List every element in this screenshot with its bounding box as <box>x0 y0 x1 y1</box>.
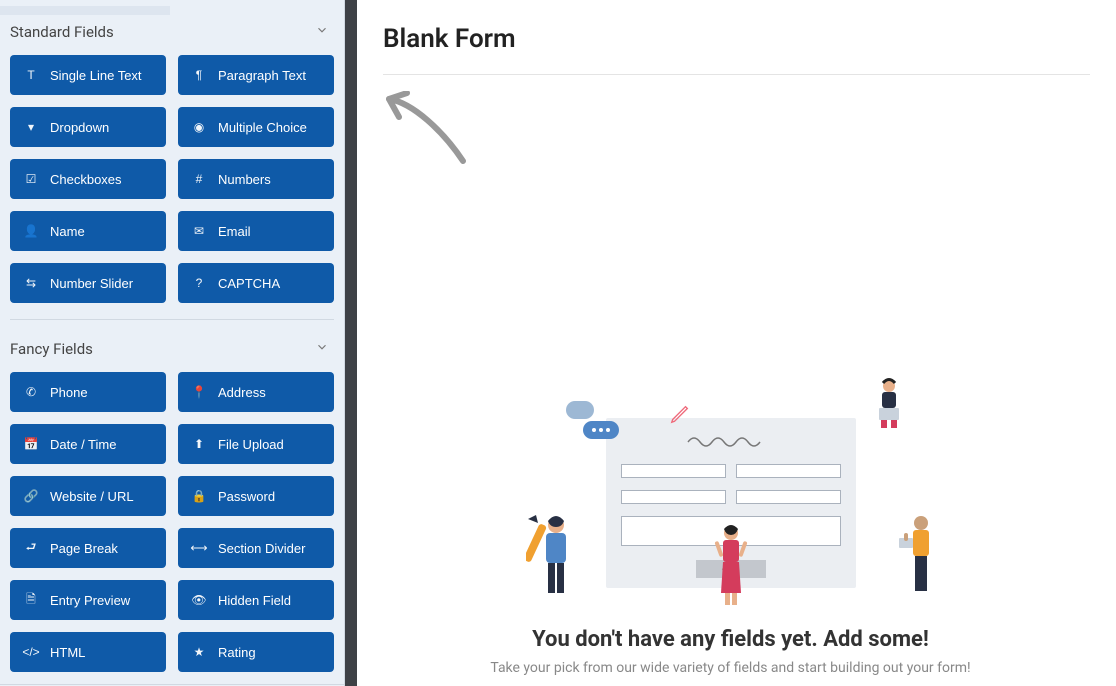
slider-icon: ⇆ <box>22 276 40 290</box>
pin-icon: 📍 <box>190 385 208 399</box>
link-icon: 🔗 <box>22 489 40 503</box>
field-file-upload[interactable]: ⬆File Upload <box>178 424 334 464</box>
divider-icon: ⟷ <box>190 541 208 555</box>
tab-add-fields[interactable] <box>0 6 170 15</box>
field-website-url[interactable]: 🔗Website / URL <box>10 476 166 516</box>
preview-icon: 🗎 <box>22 590 40 611</box>
field-number-slider[interactable]: ⇆Number Slider <box>10 263 166 303</box>
checkbox-icon: ☑ <box>22 172 40 186</box>
chevron-down-icon <box>315 23 329 41</box>
field-entry-preview[interactable]: 🗎Entry Preview <box>10 580 166 620</box>
field-email[interactable]: ✉Email <box>178 211 334 251</box>
form-title: Blank Form <box>383 24 1090 54</box>
empty-subtext: Take your pick from our wide variety of … <box>490 660 970 676</box>
field-html[interactable]: </>HTML <box>10 632 166 672</box>
section-standard-fields[interactable]: Standard Fields <box>0 9 344 55</box>
fancy-fields-grid: ✆Phone 📍Address 📅Date / Time ⬆File Uploa… <box>0 372 344 672</box>
paragraph-icon: ¶ <box>190 68 208 82</box>
field-single-line-text[interactable]: TSingle Line Text <box>10 55 166 95</box>
form-canvas: Blank Form ～～ You don't have any fi <box>345 0 1116 686</box>
hash-icon: # <box>190 172 208 186</box>
field-date-time[interactable]: 📅Date / Time <box>10 424 166 464</box>
hint-arrow-icon <box>383 91 1090 171</box>
upload-icon: ⬆ <box>190 437 208 451</box>
pagebreak-icon: ⮐ <box>22 538 40 559</box>
standard-fields-grid: TSingle Line Text ¶Paragraph Text ▾Dropd… <box>0 55 344 303</box>
field-hidden-field[interactable]: 👁Hidden Field <box>178 580 334 620</box>
section-title: Standard Fields <box>10 23 114 41</box>
field-rating[interactable]: ★Rating <box>178 632 334 672</box>
section-title: Fancy Fields <box>10 340 93 358</box>
envelope-icon: ✉ <box>190 224 208 238</box>
dropdown-icon: ▾ <box>22 120 40 134</box>
field-captcha[interactable]: ?CAPTCHA <box>178 263 334 303</box>
star-icon: ★ <box>190 645 208 659</box>
eye-icon: 👁 <box>190 593 208 607</box>
section-divider-line <box>10 319 334 320</box>
empty-heading: You don't have any fields yet. Add some! <box>532 627 929 652</box>
field-password[interactable]: 🔒Password <box>178 476 334 516</box>
chevron-down-icon <box>315 340 329 358</box>
phone-icon: ✆ <box>22 385 40 399</box>
text-icon: T <box>22 68 40 82</box>
captcha-icon: ? <box>190 276 208 290</box>
user-icon: 👤 <box>22 224 40 238</box>
empty-state: ～～ You don't have any fields yet. Add so… <box>345 383 1116 686</box>
sidebar-tabs <box>0 0 344 9</box>
field-phone[interactable]: ✆Phone <box>10 372 166 412</box>
field-name[interactable]: 👤Name <box>10 211 166 251</box>
field-numbers[interactable]: #Numbers <box>178 159 334 199</box>
field-section-divider[interactable]: ⟷Section Divider <box>178 528 334 568</box>
section-divider-line <box>0 684 344 685</box>
field-multiple-choice[interactable]: ◉Multiple Choice <box>178 107 334 147</box>
field-address[interactable]: 📍Address <box>178 372 334 412</box>
section-fancy-fields[interactable]: Fancy Fields <box>0 326 344 372</box>
code-icon: </> <box>22 645 40 659</box>
empty-illustration: ～～ <box>561 383 901 603</box>
field-page-break[interactable]: ⮐Page Break <box>10 528 166 568</box>
fields-sidebar: Standard Fields TSingle Line Text ¶Parag… <box>0 0 345 686</box>
field-checkboxes[interactable]: ☑Checkboxes <box>10 159 166 199</box>
field-dropdown[interactable]: ▾Dropdown <box>10 107 166 147</box>
radio-icon: ◉ <box>190 120 208 134</box>
field-paragraph-text[interactable]: ¶Paragraph Text <box>178 55 334 95</box>
title-underline <box>383 74 1090 75</box>
calendar-icon: 📅 <box>22 437 40 451</box>
lock-icon: 🔒 <box>190 489 208 503</box>
